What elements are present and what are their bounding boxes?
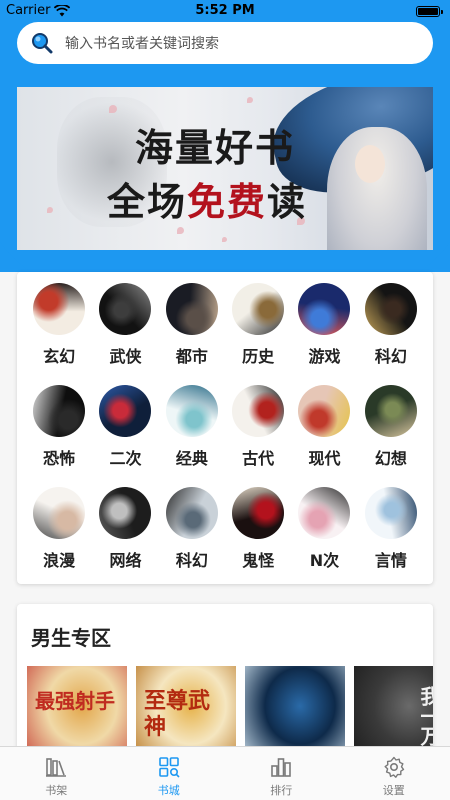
category-thumbnail bbox=[33, 283, 86, 335]
category-thumbnail bbox=[165, 487, 218, 539]
book-title: 至尊武神 bbox=[144, 688, 211, 740]
tab-bookstore-label: 书城 bbox=[157, 784, 180, 797]
tab-ranking[interactable]: 排行 bbox=[225, 747, 338, 800]
category-thumbnail bbox=[364, 283, 417, 335]
category-label: 都市 bbox=[175, 347, 208, 366]
category-label: 游戏 bbox=[308, 347, 341, 366]
banner-petal bbox=[109, 105, 117, 113]
category-item[interactable]: 游戏 bbox=[291, 280, 357, 382]
category-item[interactable]: 玄幻 bbox=[26, 280, 92, 382]
tab-bookshelf-label: 书架 bbox=[45, 784, 68, 797]
category-label: 经典 bbox=[175, 449, 208, 468]
tab-settings-label: 设置 bbox=[382, 784, 405, 797]
book-title: 最强射手 bbox=[35, 689, 115, 713]
category-grid: 玄幻 武侠 都市 历史 游戏 科幻 恐怖 二次 经典 古代 现代 幻想 浪漫 网络 科幻 鬼怪 N次 言情 bbox=[17, 280, 433, 586]
category-label: 幻想 bbox=[374, 449, 407, 468]
tab-ranking-label: 排行 bbox=[270, 784, 293, 797]
category-thumbnail bbox=[165, 385, 218, 437]
battery-icon bbox=[416, 6, 443, 17]
category-item[interactable]: 浪漫 bbox=[26, 484, 92, 586]
category-item[interactable]: 武侠 bbox=[92, 280, 158, 382]
banner-figure bbox=[327, 127, 427, 250]
category-thumbnail bbox=[364, 487, 417, 539]
banner-petal bbox=[222, 237, 227, 242]
category-thumbnail bbox=[298, 385, 351, 437]
category-item[interactable]: 鬼怪 bbox=[225, 484, 291, 586]
category-item[interactable]: 科幻 bbox=[159, 484, 225, 586]
category-item[interactable]: 幻想 bbox=[358, 382, 424, 484]
category-label: 古代 bbox=[242, 449, 275, 468]
category-thumbnail bbox=[33, 385, 86, 437]
tab-bookshelf[interactable]: 书架 bbox=[0, 747, 113, 800]
category-item[interactable]: 都市 bbox=[159, 280, 225, 382]
banner-petal bbox=[177, 227, 184, 234]
category-item[interactable]: 现代 bbox=[291, 382, 357, 484]
category-item[interactable]: 言情 bbox=[358, 484, 424, 586]
ranking-icon bbox=[271, 758, 292, 777]
category-label: 网络 bbox=[109, 551, 142, 570]
search-input[interactable]: 输入书名或者关键词搜索 bbox=[65, 33, 219, 53]
category-item[interactable]: 网络 bbox=[92, 484, 158, 586]
status-bar: Carrier 5:52 PM bbox=[0, 0, 450, 22]
settings-icon bbox=[384, 756, 404, 778]
category-thumbnail bbox=[99, 487, 152, 539]
category-item[interactable]: 二次 bbox=[92, 382, 158, 484]
category-thumbnail bbox=[298, 283, 351, 335]
banner-line2-part-b: 免费 bbox=[187, 179, 268, 224]
category-label: 恐怖 bbox=[43, 449, 76, 468]
status-time: 5:52 PM bbox=[195, 3, 255, 18]
banner-title-line2: 全场免费读 bbox=[107, 171, 307, 226]
category-label: 言情 bbox=[374, 551, 407, 570]
search-icon bbox=[32, 33, 53, 54]
category-thumbnail bbox=[364, 385, 417, 437]
category-thumbnail bbox=[298, 487, 351, 539]
category-label: 鬼怪 bbox=[242, 551, 275, 570]
promo-banner[interactable]: 海量好书 全场免费读 bbox=[17, 87, 433, 250]
category-thumbnail bbox=[99, 283, 152, 335]
category-label: 武侠 bbox=[109, 347, 142, 366]
bookshelf-icon bbox=[46, 758, 67, 777]
category-label: 浪漫 bbox=[43, 551, 76, 570]
banner-petal bbox=[47, 207, 53, 213]
category-label: 历史 bbox=[242, 347, 275, 366]
category-item[interactable]: N次 bbox=[291, 484, 357, 586]
category-card: 玄幻 武侠 都市 历史 游戏 科幻 恐怖 二次 经典 古代 现代 幻想 浪漫 网络 科幻 鬼怪 N次 言情 bbox=[17, 272, 433, 584]
bookstore-icon bbox=[158, 757, 180, 778]
banner-line2-part-a: 全场 bbox=[107, 179, 188, 224]
category-item[interactable]: 经典 bbox=[159, 382, 225, 484]
category-thumbnail bbox=[232, 283, 285, 335]
banner-face bbox=[355, 145, 385, 183]
tab-settings[interactable]: 设置 bbox=[338, 747, 450, 800]
category-label: 现代 bbox=[308, 449, 341, 468]
category-thumbnail bbox=[165, 283, 218, 335]
category-label: 玄幻 bbox=[43, 347, 76, 366]
tab-bookstore[interactable]: 书城 bbox=[113, 747, 226, 800]
category-thumbnail bbox=[232, 487, 285, 539]
banner-petal bbox=[247, 97, 253, 103]
banner-line2-part-c: 读 bbox=[267, 179, 308, 224]
category-item[interactable]: 科幻 bbox=[358, 280, 424, 382]
tab-bar: 书架 书城 排行 设置 bbox=[0, 746, 450, 800]
category-thumbnail bbox=[99, 385, 152, 437]
category-thumbnail bbox=[232, 385, 285, 437]
category-item[interactable]: 历史 bbox=[225, 280, 291, 382]
category-item[interactable]: 古代 bbox=[225, 382, 291, 484]
category-label: 二次 bbox=[109, 449, 142, 468]
search-bar[interactable]: 输入书名或者关键词搜索 bbox=[17, 22, 433, 64]
banner-title-line1: 海量好书 bbox=[135, 125, 296, 170]
category-label: 科幻 bbox=[175, 551, 208, 570]
category-label: N次 bbox=[309, 551, 340, 570]
male-section-title: 男生专区 bbox=[31, 626, 111, 650]
category-item[interactable]: 恐怖 bbox=[26, 382, 92, 484]
category-label: 科幻 bbox=[374, 347, 407, 366]
category-thumbnail bbox=[33, 487, 86, 539]
